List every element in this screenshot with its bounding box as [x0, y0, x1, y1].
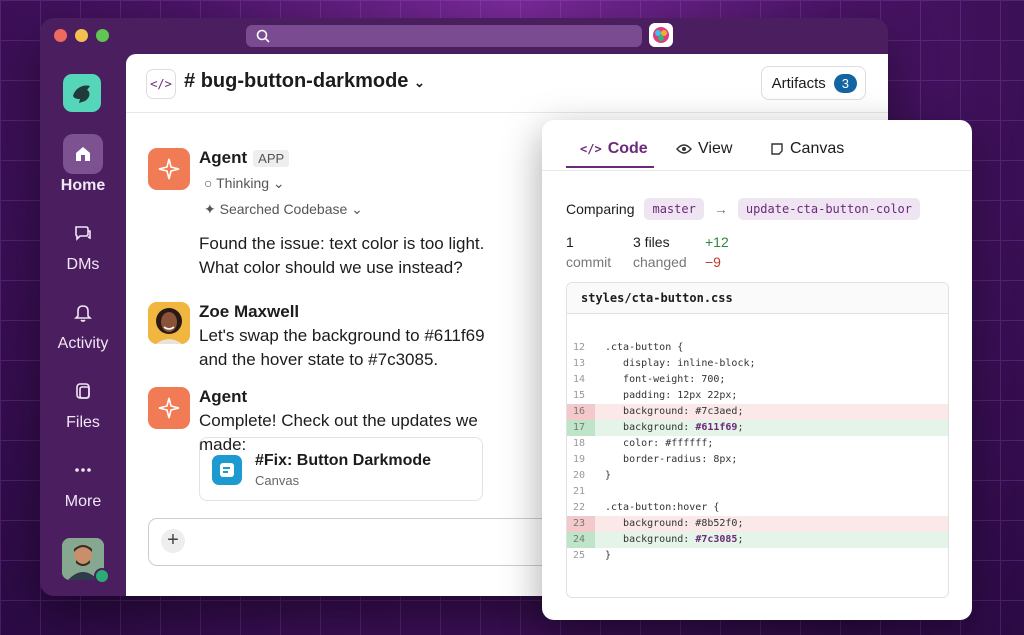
- code-block: 12 .cta-button { 13 display: inline-block…: [567, 340, 948, 564]
- sidebar-rail: Home DMs Activity Files More: [40, 54, 126, 596]
- sidebar-item-files[interactable]: Files: [40, 371, 126, 432]
- thinking-toggle[interactable]: ○ Thinking ⌄: [204, 175, 285, 192]
- chevron-down-icon: ⌄: [351, 201, 363, 217]
- diff-file: styles/cta-button.css 12 .cta-button { 13…: [566, 282, 949, 598]
- canvas-icon: [771, 143, 783, 155]
- code-line-removed: 16 background: #7c3aed;: [567, 404, 948, 420]
- sidebar-item-label: Home: [60, 177, 106, 194]
- arrow-right-icon: →: [713, 201, 728, 217]
- sidebar-item-home[interactable]: Home: [40, 134, 126, 195]
- canvas-card[interactable]: #Fix: Button Darkmode Canvas: [199, 437, 483, 501]
- add-attachment-button[interactable]: +: [161, 529, 185, 553]
- maximize-window-button[interactable]: [96, 29, 109, 42]
- code-line-added: 17 background: #611f69;: [567, 420, 948, 436]
- searched-codebase-toggle[interactable]: ✦ Searched Codebase ⌄: [204, 201, 363, 218]
- message-zoe: Zoe Maxwell Let's swap the background to…: [148, 302, 528, 372]
- eye-icon: [676, 144, 692, 154]
- sender-name[interactable]: Zoe Maxwell: [199, 302, 299, 322]
- home-icon: [63, 134, 103, 174]
- agent-avatar[interactable]: [148, 387, 190, 429]
- lightbulb-icon: ○: [204, 175, 213, 191]
- sender-name[interactable]: Agent APP: [199, 148, 290, 168]
- title-bar: [40, 18, 888, 54]
- code-line: 19 border-radius: 8px;: [572, 454, 738, 465]
- compare-line: Comparing master → update-cta-button-col…: [566, 198, 926, 220]
- artifacts-button[interactable]: Artifacts 3: [760, 66, 866, 100]
- code-line: 22 .cta-button:hover {: [572, 502, 720, 513]
- close-window-button[interactable]: [54, 29, 67, 42]
- code-line-removed: 23 background: #8b52f0;: [567, 516, 948, 532]
- online-status-icon: [94, 568, 110, 584]
- code-line: 21: [572, 486, 585, 497]
- active-tab-indicator: [566, 166, 654, 168]
- zoe-avatar[interactable]: [148, 302, 190, 344]
- commit-stat: 1 commit: [566, 234, 612, 270]
- code-line: 15 padding: 12px 22px;: [572, 390, 738, 401]
- workspace-logo[interactable]: [63, 74, 101, 112]
- tab-code[interactable]: </> Code: [580, 140, 648, 158]
- message-agent-1: Agent APP ○ Thinking ⌄ ✦ Searched Codebas…: [148, 148, 528, 288]
- chevron-down-icon: ⌄: [272, 175, 285, 191]
- code-line: 12 .cta-button {: [572, 342, 684, 353]
- base-branch[interactable]: master: [644, 198, 704, 220]
- code-line: 13 display: inline-block;: [572, 358, 756, 369]
- sparkle-icon: [158, 158, 180, 180]
- chevron-down-icon: ⌄: [414, 75, 425, 90]
- sparkle-icon: [158, 397, 180, 419]
- code-line: 20}: [572, 470, 612, 481]
- ai-assistant-icon[interactable]: [649, 23, 673, 47]
- artifact-panel: </> Code View Canvas Comparing master → …: [542, 120, 972, 620]
- channel-header: </> # bug-button-darkmode ⌄ Artifacts 3: [126, 54, 888, 113]
- canvas-icon: [212, 455, 242, 485]
- sender-name[interactable]: Agent: [199, 387, 247, 407]
- message-text: Found the issue: text color is too light…: [199, 234, 485, 277]
- tab-view[interactable]: View: [676, 140, 732, 158]
- sidebar-item-label: DMs: [66, 256, 100, 273]
- bell-icon: [63, 292, 103, 332]
- tab-canvas[interactable]: Canvas: [770, 140, 844, 158]
- minimize-window-button[interactable]: [75, 29, 88, 42]
- sidebar-item-label: More: [64, 493, 102, 510]
- app-tag: APP: [253, 150, 290, 167]
- code-icon: </>: [580, 142, 602, 156]
- diff-stat: +12 −9: [705, 234, 729, 270]
- more-icon: [63, 450, 103, 490]
- search-icon: [256, 29, 270, 43]
- hash-icon: #: [184, 70, 196, 92]
- channel-name: bug-button-darkmode: [200, 70, 409, 92]
- code-line: 25}: [572, 550, 612, 561]
- divider: [542, 170, 972, 171]
- agent-avatar[interactable]: [148, 148, 190, 190]
- search-bar[interactable]: [246, 25, 642, 47]
- file-name: styles/cta-button.css: [567, 283, 948, 314]
- sidebar-item-activity[interactable]: Activity: [40, 292, 126, 353]
- sidebar-item-label: Files: [66, 414, 100, 431]
- head-branch[interactable]: update-cta-button-color: [737, 198, 921, 220]
- artifacts-count-badge: 3: [833, 73, 857, 93]
- message-text: Let's swap the background to #611f69 and…: [199, 326, 485, 369]
- code-line: 14 font-weight: 700;: [572, 374, 726, 385]
- code-icon[interactable]: </>: [146, 69, 176, 99]
- card-title: #Fix: Button Darkmode: [255, 452, 432, 469]
- files-icon: [63, 371, 103, 411]
- channel-title[interactable]: # bug-button-darkmode ⌄: [184, 70, 425, 93]
- dm-icon: [63, 213, 103, 253]
- message-composer[interactable]: +: [148, 518, 550, 566]
- sidebar-item-label: Activity: [57, 335, 109, 352]
- artifacts-label: Artifacts: [771, 74, 826, 92]
- sidebar-item-dms[interactable]: DMs: [40, 213, 126, 274]
- sparkle-small-icon: ✦: [204, 201, 216, 217]
- card-subtitle: Canvas: [255, 473, 300, 488]
- sidebar-item-more[interactable]: More: [40, 450, 126, 511]
- files-stat: 3 files changed: [633, 234, 687, 270]
- code-line-added: 24 background: #7c3085;: [567, 532, 948, 548]
- code-line: 18 color: #ffffff;: [572, 438, 714, 449]
- message-agent-2: Agent Complete! Check out the updates we…: [148, 387, 528, 507]
